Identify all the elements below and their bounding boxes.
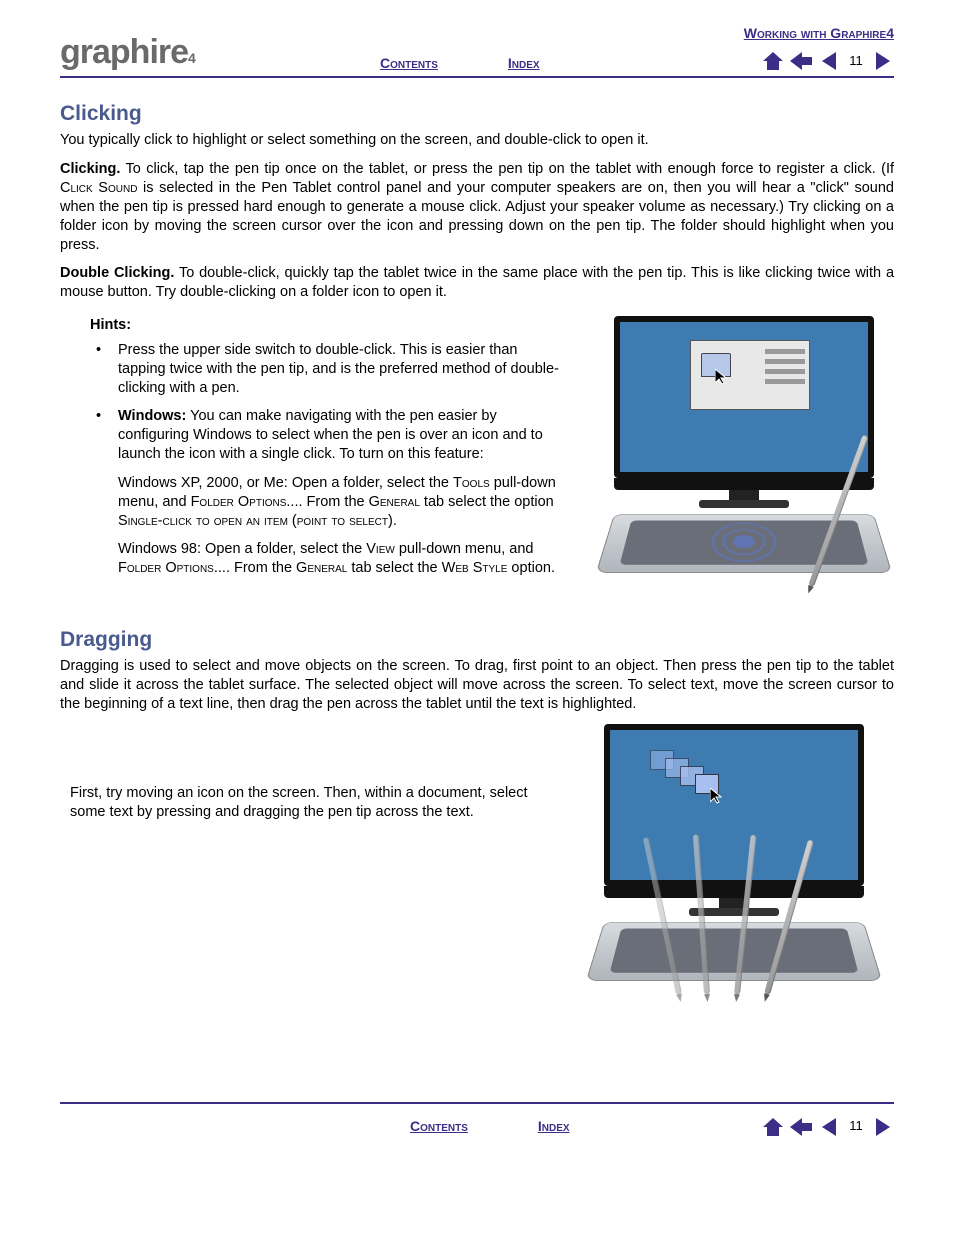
clicking-paragraph: Clicking. To click, tap the pen tip once…	[60, 160, 894, 254]
section-clicking-title: Clicking	[60, 100, 894, 127]
dragging-intro: Dragging is used to select and move obje…	[60, 657, 894, 714]
clicking-bold-label: Clicking.	[60, 161, 120, 177]
next-page-icon[interactable]	[872, 50, 894, 72]
clicking-illustration	[594, 316, 894, 604]
brand-name: graphire	[60, 33, 188, 71]
dragging-illustration	[574, 724, 894, 1012]
dragging-aside: First, try moving an icon on the screen.…	[70, 784, 544, 822]
index-link[interactable]: Index	[508, 54, 540, 72]
hint-1: Press the upper side switch to double-cl…	[90, 341, 564, 398]
section-dragging-title: Dragging	[60, 626, 894, 653]
clicking-intro: You typically click to highlight or sele…	[60, 131, 894, 150]
brand-logo: graphire4	[60, 30, 195, 74]
hint-2: Windows: You can make navigating with th…	[90, 407, 564, 464]
footer-prev-page-icon[interactable]	[818, 1116, 840, 1138]
footer-page-number: 11	[846, 1118, 866, 1135]
double-clicking-bold-label: Double Clicking.	[60, 265, 174, 281]
footer-next-page-icon[interactable]	[872, 1116, 894, 1138]
contents-link[interactable]: Contents	[380, 54, 438, 72]
prev-chapter-icon[interactable]	[790, 50, 812, 72]
hint-2-win98: Windows 98: Open a folder, select the Vi…	[90, 540, 564, 578]
chapter-link[interactable]: Working with Graphire4	[744, 25, 894, 41]
home-icon[interactable]	[762, 50, 784, 72]
footer-index-link[interactable]: Index	[538, 1117, 570, 1135]
double-clicking-paragraph: Double Clicking. To double-click, quickl…	[60, 264, 894, 302]
footer-home-icon[interactable]	[762, 1116, 784, 1138]
footer-contents-link[interactable]: Contents	[410, 1117, 468, 1135]
hint-2-winxp: Windows XP, 2000, or Me: Open a folder, …	[90, 474, 564, 531]
hints-heading: Hints:	[90, 316, 564, 335]
prev-page-icon[interactable]	[818, 50, 840, 72]
page-number: 11	[846, 53, 866, 70]
footer-prev-chapter-icon[interactable]	[790, 1116, 812, 1138]
brand-suffix: 4	[188, 50, 195, 66]
